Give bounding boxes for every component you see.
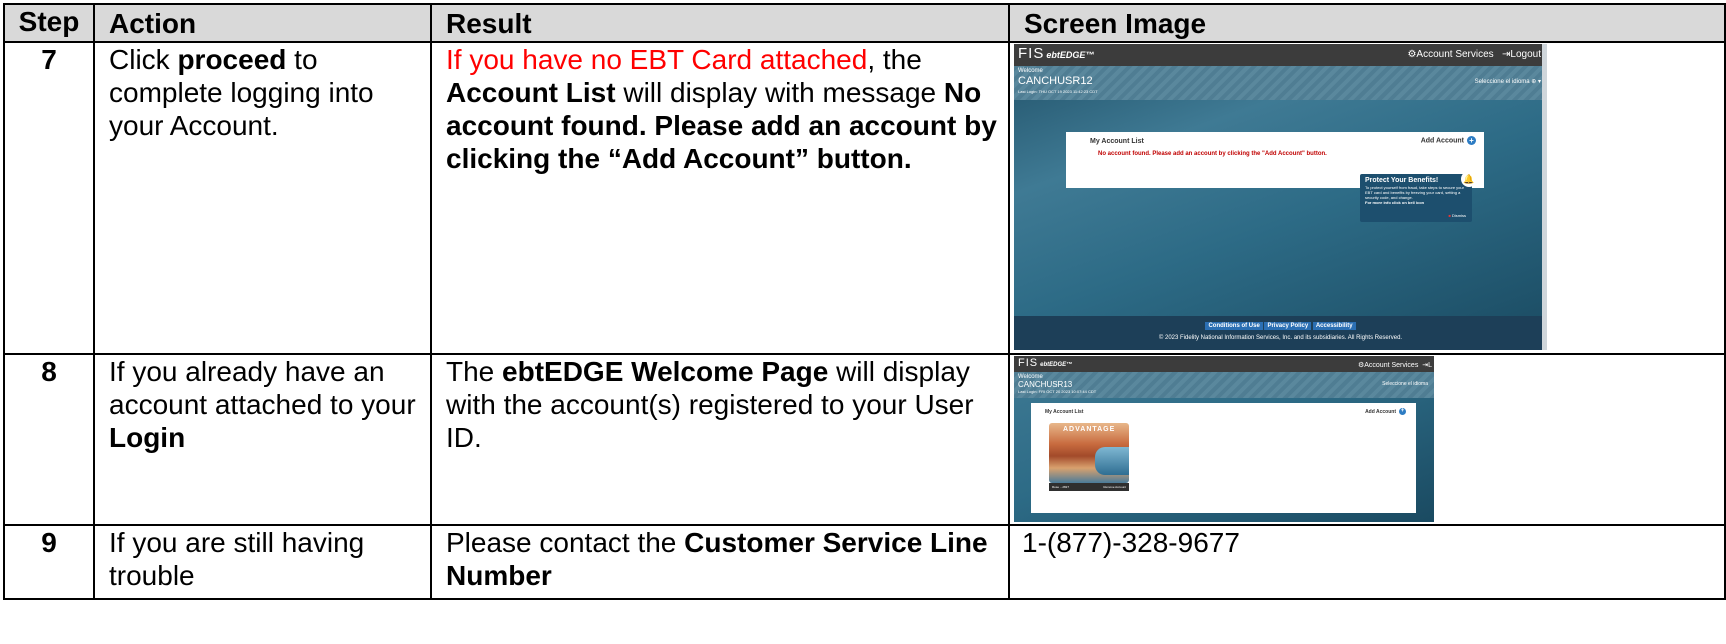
account-services-link[interactable]: Account Services xyxy=(1416,49,1493,60)
fis-logo: FIS ebtEDGE™ xyxy=(1018,357,1073,369)
logout-link[interactable]: L xyxy=(1428,362,1432,369)
accessibility-link[interactable]: Accessibility xyxy=(1312,322,1356,330)
copyright: © 2023 Fidelity National Information Ser… xyxy=(1158,335,1403,341)
table-row-step-8: 8 If you already have an account attache… xyxy=(3,353,1726,526)
top-nav: ⚙Account Services ⇥Logout xyxy=(1407,49,1541,61)
result-cell: If you have no EBT Card attached, the Ac… xyxy=(430,41,1010,355)
privacy-link[interactable]: Privacy Policy xyxy=(1264,322,1312,330)
table-row-step-9: 9 If you are still having trouble Please… xyxy=(3,524,1726,600)
plus-icon: + xyxy=(1399,408,1406,415)
step-number: 8 xyxy=(3,353,95,526)
user-name: CANCHUSR12 xyxy=(1018,75,1093,87)
screen-image-cell: FIS ebtEDGE™ ⚙Account Services ⇥L Welcome… xyxy=(1008,353,1726,526)
language-select[interactable]: Seleccione el idioma xyxy=(1382,381,1428,388)
result-text: Please contact the xyxy=(446,527,685,558)
popup-more: For more info click on bell icon xyxy=(1365,200,1425,205)
page-footer: Conditions of Use Privacy Policy Accessi… xyxy=(1014,316,1547,350)
action-text: Click xyxy=(109,44,178,75)
result-text: The xyxy=(446,356,503,387)
ebt-card-image[interactable]: ADVANTAGE xyxy=(1049,423,1129,483)
header-screen-image: Screen Image xyxy=(1008,3,1726,43)
step-number: 9 xyxy=(3,524,95,600)
last-login: Last Login: FRI OCT 20 2023 10:07:44 CDT xyxy=(1018,389,1097,394)
action-cell: If you already have an account attached … xyxy=(93,353,432,526)
action-cell: Click proceed to complete logging into y… xyxy=(93,41,432,355)
panel-title: My Account List xyxy=(1045,409,1084,415)
card-art xyxy=(1095,447,1129,475)
card-number: Rose ...2827 xyxy=(1052,485,1070,489)
scrollbar[interactable] xyxy=(1542,44,1547,350)
phone-number: 1-(877)-328-9677 xyxy=(1008,524,1726,600)
result-cell: Please contact the Customer Service Line… xyxy=(430,524,1010,600)
last-login: Last Login: THU OCT 19 2023 11:42:23 CDT xyxy=(1018,89,1098,94)
add-account-button[interactable]: Add Account + xyxy=(1421,136,1476,145)
popup-body: To protect yourself from fraud, take ste… xyxy=(1365,185,1464,200)
remove-account-link[interactable]: Remove Account xyxy=(1103,483,1126,491)
bell-icon[interactable]: 🔔 xyxy=(1461,171,1477,187)
result-red-text: If you have no EBT Card attached xyxy=(446,44,868,75)
screenshot-welcome-page: FIS ebtEDGE™ ⚙Account Services ⇥L Welcome… xyxy=(1014,356,1434,522)
table-row-step-7: 7 Click proceed to complete logging into… xyxy=(3,41,1726,355)
action-cell: If you are still having trouble xyxy=(93,524,432,600)
result-text-mid: will display with message xyxy=(615,77,944,108)
screen-image-cell: FIS ebtEDGE™ ⚙Account Services ⇥Logout We… xyxy=(1008,41,1726,355)
panel-title: My Account List xyxy=(1090,138,1144,145)
conditions-link[interactable]: Conditions of Use xyxy=(1205,322,1263,330)
language-select[interactable]: Seleccione el idioma ⊕ ▾ xyxy=(1475,79,1541,86)
instruction-table: Step Action Result Screen Image 7 Click … xyxy=(3,3,1726,600)
result-text: , the xyxy=(867,44,922,75)
logout-link[interactable]: Logout xyxy=(1510,49,1541,60)
top-bar: FIS ebtEDGE™ ⚙Account Services ⇥Logout xyxy=(1014,44,1547,66)
action-bold-text: Login xyxy=(109,422,186,453)
account-list-panel: My Account List Add Account + ADVANTAGE R… xyxy=(1031,403,1416,513)
welcome-label: Welcome xyxy=(1018,68,1043,74)
fis-logo: FIS ebtEDGE™ xyxy=(1018,45,1095,62)
account-services-link[interactable]: Account Services xyxy=(1364,362,1418,369)
step-number: 7 xyxy=(3,41,95,355)
result-bold-text: Account List xyxy=(446,77,616,108)
result-bold-text: ebtEDGE Welcome Page xyxy=(502,356,829,387)
no-account-message: No account found. Please add an account … xyxy=(1098,151,1327,157)
action-text: If you already have an account attached … xyxy=(109,356,416,420)
card-brand: ADVANTAGE xyxy=(1063,426,1116,433)
welcome-band: Welcome CANCHUSR13 Last Login: FRI OCT 2… xyxy=(1014,372,1434,398)
header-step: Step xyxy=(3,3,95,43)
welcome-band: Welcome CANCHUSR12 Last Login: THU OCT 1… xyxy=(1014,66,1547,100)
plus-icon: + xyxy=(1467,136,1476,145)
add-account-button[interactable]: Add Account + xyxy=(1365,408,1406,415)
top-bar: FIS ebtEDGE™ ⚙Account Services ⇥L xyxy=(1014,356,1434,372)
protect-benefits-popup: Protect Your Benefits! To protect yourse… xyxy=(1360,174,1472,222)
card-footer: Rose ...2827 Remove Account xyxy=(1049,483,1129,491)
top-nav: ⚙Account Services ⇥L xyxy=(1358,360,1432,372)
screenshot-no-account: FIS ebtEDGE™ ⚙Account Services ⇥Logout We… xyxy=(1014,44,1547,350)
action-bold-text: proceed xyxy=(177,44,287,75)
result-cell: The ebtEDGE Welcome Page will display wi… xyxy=(430,353,1010,526)
header-result: Result xyxy=(430,3,1010,43)
header-row: Step Action Result Screen Image xyxy=(3,3,1726,43)
header-action: Action xyxy=(93,3,432,43)
popup-title: Protect Your Benefits! xyxy=(1365,177,1439,184)
dismiss-button[interactable]: ■ Dismiss xyxy=(1448,213,1466,218)
